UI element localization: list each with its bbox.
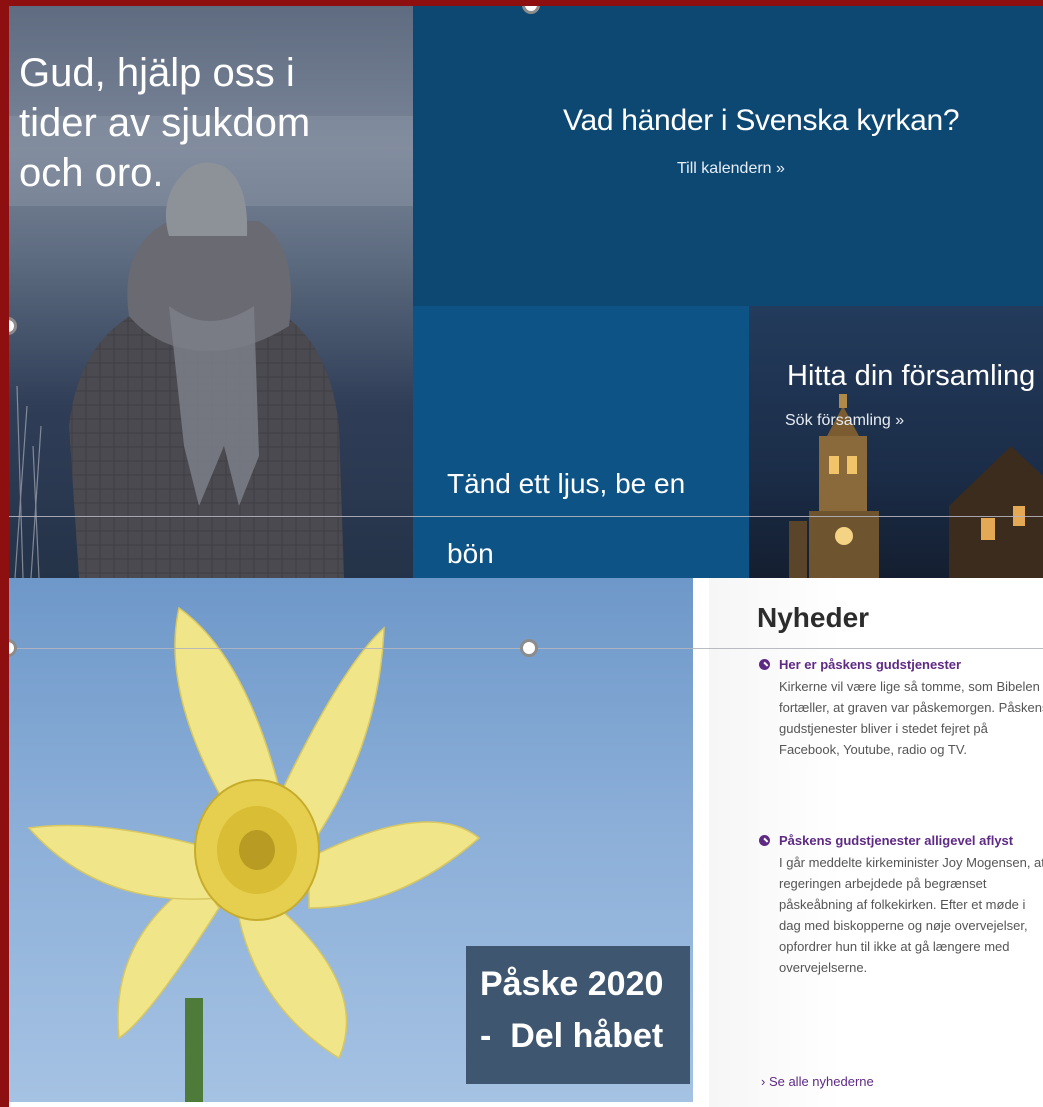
hero-title: Gud, hjälp oss i tider av sjukdom och or…	[19, 51, 311, 195]
news-body: I går meddelte kirkeminister Joy Mogense…	[779, 855, 1043, 975]
resize-handle[interactable]	[520, 639, 538, 657]
church-tower-image	[789, 394, 1043, 578]
light-candle-tile[interactable]: Tänd ett ljus, be en bön	[413, 306, 749, 578]
parish-title: Hitta din församling	[787, 360, 1036, 392]
easter-banner-line1: Påske 2020	[480, 965, 664, 1003]
news-body: Kirkerne vil være lige så tomme, som Bib…	[779, 679, 1043, 757]
calendar-link[interactable]: Till kalendern »	[677, 160, 785, 178]
candle-title-line1: Tänd ett ljus, be en	[447, 468, 686, 499]
events-title: Vad händer i Svenska kyrkan?	[563, 104, 960, 137]
page-canvas: Gud, hjälp oss i tider av sjukdom och or…	[9, 6, 1043, 1107]
hero-prayer-tile[interactable]: Gud, hjälp oss i tider av sjukdom och or…	[9, 6, 413, 578]
news-headline[interactable]: Her er påskens gudstjenester	[779, 656, 1043, 674]
easter-banner-line2: - Del håbet	[480, 1017, 664, 1055]
search-parish-link[interactable]: Sök församling »	[785, 412, 904, 430]
arrow-bullet-icon	[759, 659, 770, 670]
guide-line	[9, 516, 1043, 517]
easter-banner-tile[interactable]: Påske 2020 - Del håbet	[9, 578, 693, 1102]
candle-title-line2: bön	[447, 538, 494, 569]
find-parish-tile[interactable]: Hitta din församling Sök församling »	[749, 306, 1043, 578]
news-heading: Nyheder	[757, 602, 870, 633]
news-item[interactable]: Påskens gudstjenester alligevel aflyst I…	[759, 832, 1043, 978]
news-headline[interactable]: Påskens gudstjenester alligevel aflyst	[779, 832, 1043, 850]
arrow-bullet-icon	[759, 835, 770, 846]
easter-banner-box: Påske 2020 - Del håbet	[466, 946, 690, 1084]
see-all-news-link[interactable]: › Se alle nyhederne	[761, 1074, 874, 1089]
events-tile[interactable]: Vad händer i Svenska kyrkan? Till kalend…	[413, 6, 1043, 306]
news-panel: Nyheder Her er påskens gudstjenester Kir…	[709, 578, 1043, 1107]
news-item[interactable]: Her er påskens gudstjenester Kirkerne vi…	[759, 656, 1043, 760]
